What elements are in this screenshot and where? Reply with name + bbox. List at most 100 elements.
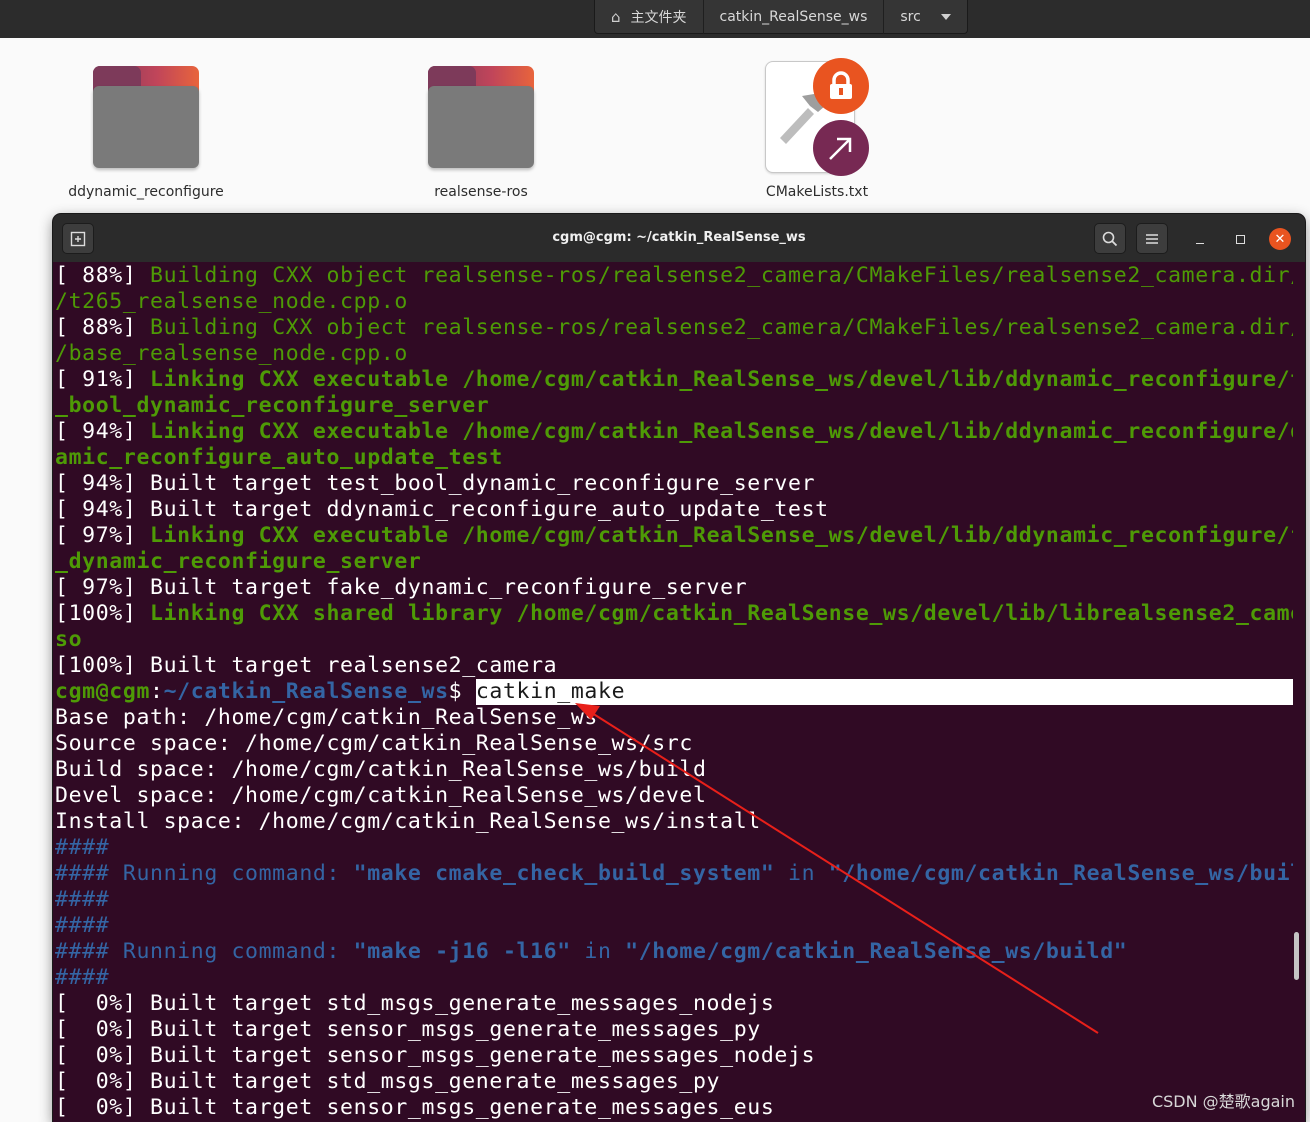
terminal-line: /t265_realsense_node.cpp.o <box>55 289 1293 315</box>
terminal-text: [ 0%] Built target sensor_msgs_generate_… <box>55 1017 761 1042</box>
breadcrumb-workspace-label: catkin_RealSense_ws <box>719 9 868 25</box>
terminal-output[interactable]: [ 88%] Building CXX object realsense-ros… <box>55 263 1293 1122</box>
terminal-text: [ 91%] <box>55 367 151 392</box>
terminal-window[interactable]: cgm@cgm: ~/catkin_RealSense_ws ✕ [ 88%] … <box>53 214 1305 1122</box>
terminal-text: Build space: /home/cgm/catkin_RealSense_… <box>55 757 707 782</box>
watermark: CSDN @楚歌again <box>1151 1092 1295 1111</box>
menu-button[interactable] <box>1136 223 1168 254</box>
terminal-scrollbar[interactable] <box>1294 932 1299 980</box>
terminal-line: #### <box>55 835 1293 861</box>
breadcrumb-workspace[interactable]: catkin_RealSense_ws <box>704 0 885 34</box>
breadcrumb-home[interactable]: ⌂ 主文件夹 <box>595 0 704 34</box>
terminal-line: Install space: /home/cgm/catkin_RealSens… <box>55 809 1293 835</box>
terminal-text: _bool_dynamic_reconfigure_server <box>55 393 490 418</box>
terminal-line: [ 88%] Building CXX object realsense-ros… <box>55 263 1293 289</box>
breadcrumb-home-label: 主文件夹 <box>630 10 687 26</box>
terminal-line: [ 91%] Linking CXX executable /home/cgm/… <box>55 367 1293 393</box>
terminal-line: Devel space: /home/cgm/catkin_RealSense_… <box>55 783 1293 809</box>
terminal-text: amic_reconfigure_auto_update_test <box>55 445 503 470</box>
terminal-text: [ 0%] Built target std_msgs_generate_mes… <box>55 1069 721 1094</box>
chevron-down-icon[interactable] <box>940 14 951 20</box>
terminal-text: Devel space: /home/cgm/catkin_RealSense_… <box>55 783 707 808</box>
terminal-titlebar[interactable]: cgm@cgm: ~/catkin_RealSense_ws ✕ <box>53 214 1305 262</box>
close-button[interactable]: ✕ <box>1269 228 1291 250</box>
terminal-text: Source space: /home/cgm/catkin_RealSense… <box>55 731 693 756</box>
maximize-button[interactable] <box>1229 228 1251 250</box>
terminal-text: Linking CXX shared library /home/cgm/cat… <box>150 601 1293 626</box>
terminal-text: Linking CXX executable /home/cgm/catkin_… <box>150 367 1293 392</box>
terminal-text: [ 97%] <box>55 523 151 548</box>
terminal-text: [100%] <box>55 601 151 626</box>
terminal-line: cgm@cgm:~/catkin_RealSense_ws$ catkin_ma… <box>55 679 1293 705</box>
terminal-text: [ 94%] Built target test_bool_dynamic_re… <box>55 471 816 496</box>
terminal-line: amic_reconfigure_auto_update_test <box>55 445 1293 471</box>
terminal-line: [ 88%] Building CXX object realsense-ros… <box>55 315 1293 341</box>
terminal-line: #### <box>55 887 1293 913</box>
file-label: ddynamic_reconfigure <box>68 184 224 200</box>
minimize-button[interactable] <box>1189 228 1211 250</box>
terminal-text: "make cmake_check_build_system" <box>353 861 775 886</box>
terminal-text: [ 97%] Built target fake_dynamic_reconfi… <box>55 575 748 600</box>
terminal-text: Base path: /home/cgm/catkin_RealSense_ws <box>55 705 598 730</box>
terminal-text: /t265_realsense_node.cpp.o <box>55 289 408 314</box>
minimize-icon <box>1196 242 1204 244</box>
terminal-line: _dynamic_reconfigure_server <box>55 549 1293 575</box>
terminal-text: "make -j16 -l16" <box>353 939 571 964</box>
terminal-line: [ 0%] Built target sensor_msgs_generate_… <box>55 1043 1293 1069</box>
breadcrumb-src[interactable]: src <box>884 0 966 34</box>
maximize-icon <box>1235 234 1245 244</box>
terminal-text: "/home/cgm/catkin_RealSense_ws/build" <box>625 939 1128 964</box>
terminal-line: [ 94%] Built target test_bool_dynamic_re… <box>55 471 1293 497</box>
terminal-line: #### <box>55 913 1293 939</box>
terminal-text: [ 88%] <box>55 315 151 340</box>
file-label: realsense-ros <box>434 184 528 200</box>
terminal-line: [ 97%] Built target fake_dynamic_reconfi… <box>55 575 1293 601</box>
terminal-line: Source space: /home/cgm/catkin_RealSense… <box>55 731 1293 757</box>
hamburger-menu-icon <box>1146 233 1158 244</box>
lock-icon <box>813 58 869 114</box>
terminal-line: Build space: /home/cgm/catkin_RealSense_… <box>55 757 1293 783</box>
terminal-line: so <box>55 627 1293 653</box>
terminal-text: "/home/cgm/catkin_RealSense_ws/build" <box>828 861 1293 886</box>
folder-icon <box>88 58 204 174</box>
terminal-line: #### <box>55 965 1293 991</box>
breadcrumb: ⌂ 主文件夹 catkin_RealSense_ws src <box>594 0 968 34</box>
terminal-line: [ 94%] Built target ddynamic_reconfigure… <box>55 497 1293 523</box>
cmake-file-icon <box>759 58 875 176</box>
terminal-text: in <box>774 861 829 886</box>
terminal-text: Linking CXX executable /home/cgm/catkin_… <box>150 419 1293 444</box>
terminal-text: #### Running command: <box>55 861 354 886</box>
terminal-text: [100%] Built target realsense2_camera <box>55 653 558 678</box>
terminal-text: Install space: /home/cgm/catkin_RealSens… <box>55 809 761 834</box>
terminal-text: in <box>570 939 626 964</box>
terminal-line: Base path: /home/cgm/catkin_RealSense_ws <box>55 705 1293 731</box>
folder-ddynamic-reconfigure[interactable]: ddynamic_reconfigure <box>46 58 246 200</box>
terminal-text: [ 0%] Built target std_msgs_generate_mes… <box>55 991 775 1016</box>
file-cmakelists[interactable]: CMakeLists.txt <box>717 58 917 200</box>
terminal-text: [ 94%] Built target ddynamic_reconfigure… <box>55 497 829 522</box>
home-icon: ⌂ <box>611 8 621 26</box>
terminal-line: [100%] Built target realsense2_camera <box>55 653 1293 679</box>
terminal-text: #### <box>55 887 110 912</box>
file-manager-header: ⌂ 主文件夹 catkin_RealSense_ws src <box>0 0 1310 38</box>
terminal-line: _bool_dynamic_reconfigure_server <box>55 393 1293 419</box>
terminal-text: : <box>150 679 164 704</box>
folder-icon <box>423 58 539 174</box>
terminal-text: cgm@cgm <box>55 679 151 704</box>
terminal-line: [ 94%] Linking CXX executable /home/cgm/… <box>55 419 1293 445</box>
terminal-text: Building CXX object realsense-ros/realse… <box>150 263 1293 288</box>
terminal-text: [ 94%] <box>55 419 151 444</box>
search-button[interactable] <box>1094 223 1126 254</box>
terminal-text: so <box>55 627 83 652</box>
terminal-text: Linking CXX executable /home/cgm/catkin_… <box>150 523 1293 548</box>
terminal-line: /base_realsense_node.cpp.o <box>55 341 1293 367</box>
terminal-line: [ 0%] Built target sensor_msgs_generate_… <box>55 1017 1293 1043</box>
breadcrumb-src-label: src <box>900 9 921 25</box>
file-label: CMakeLists.txt <box>765 184 869 200</box>
terminal-line: #### Running command: "make cmake_check_… <box>55 861 1293 887</box>
terminal-text: #### <box>55 965 110 990</box>
terminal-line: [100%] Linking CXX shared library /home/… <box>55 601 1293 627</box>
folder-realsense-ros[interactable]: realsense-ros <box>381 58 581 200</box>
terminal-text: [ 0%] Built target sensor_msgs_generate_… <box>55 1095 775 1120</box>
close-icon: ✕ <box>1274 231 1286 247</box>
